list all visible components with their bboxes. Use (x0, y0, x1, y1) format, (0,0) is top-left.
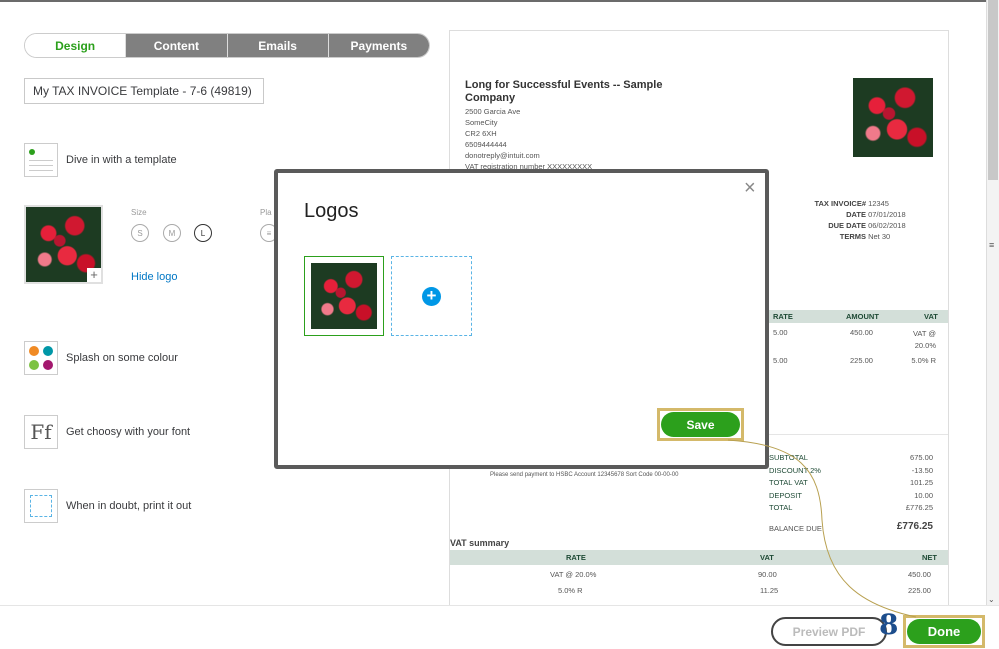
size-m-button[interactable]: M (163, 224, 181, 242)
company-address: 2500 Garcia Ave SomeCity CR2 6XH 6509444444… (465, 107, 593, 171)
vat-summary-title: VAT summary (450, 538, 510, 548)
company-name: Long for Successful Events -- Sample Com… (465, 79, 663, 104)
template-name-input[interactable]: My TAX INVOICE Template - 7-6 (49819) (24, 78, 264, 104)
editor-tabs: Design Content Emails Payments (24, 33, 430, 58)
vat-summary-header: RATE VAT NET (450, 550, 948, 565)
tab-design[interactable]: Design (25, 34, 126, 57)
footer-bar: Preview PDF Done (0, 605, 999, 649)
design-item-font[interactable]: Ff Get choosy with your font (24, 415, 190, 449)
save-button[interactable]: Save (661, 412, 740, 437)
scrollbar[interactable]: ≡ ⌄ (986, 0, 999, 606)
preview-pdf-button[interactable]: Preview PDF (771, 617, 887, 646)
placement-label: Pla (260, 208, 272, 217)
palette-icon (24, 341, 58, 375)
colour-label: Splash on some colour (66, 352, 178, 364)
rate-header: RATE (773, 312, 793, 321)
design-item-template[interactable]: Dive in with a template (24, 143, 177, 177)
scroll-down-icon[interactable]: ⌄ (988, 595, 995, 604)
design-item-colour[interactable]: Splash on some colour (24, 341, 178, 375)
close-icon[interactable]: × (744, 177, 756, 200)
add-logo-button[interactable]: + (391, 256, 472, 336)
font-label: Get choosy with your font (66, 426, 191, 438)
template-label: Dive in with a template (66, 154, 177, 166)
logo-option[interactable] (304, 256, 384, 336)
tab-content[interactable]: Content (125, 34, 227, 57)
font-icon: Ff (24, 415, 58, 449)
plus-circle-icon: + (422, 286, 441, 306)
balance-due-value: £776.25 (896, 521, 933, 532)
scroll-grip-icon: ≡ (989, 240, 995, 250)
step-badge: 8 (879, 608, 899, 641)
design-item-print[interactable]: When in doubt, print it out (24, 489, 191, 523)
logo-thumbnail[interactable]: + (24, 205, 103, 284)
top-border (0, 0, 999, 2)
invoice-logo (853, 78, 933, 157)
invoice-meta: TAX INVOICE# 12345 DATE 07/01/2018 DUE D… (814, 199, 906, 241)
line-rate: 5.00 (773, 328, 788, 337)
line-rate: 5.00 (773, 356, 788, 365)
tab-payments[interactable]: Payments (327, 34, 429, 57)
totals: SUBTOTAL DISCOUNT 2% TOTAL VAT DEPOSIT TOTAL (769, 453, 821, 513)
plus-icon[interactable]: + (87, 268, 101, 282)
dialog-title: Logos (304, 200, 359, 222)
size-label: Size (131, 208, 147, 217)
template-icon (24, 143, 58, 177)
payment-note: Please send payment to HSBC Account 1234… (490, 472, 679, 478)
size-s-button[interactable]: S (131, 224, 149, 242)
logos-dialog: Logos × + Save (274, 169, 769, 469)
done-button[interactable]: Done (907, 619, 981, 644)
print-label: When in doubt, print it out (66, 500, 192, 512)
size-l-button[interactable]: L (194, 224, 212, 242)
logo-image (311, 263, 377, 329)
hide-logo-link[interactable]: Hide logo (131, 271, 177, 283)
print-icon (24, 489, 58, 523)
scrollbar-thumb[interactable] (988, 0, 998, 180)
balance-due-label: BALANCE DUE (769, 524, 822, 533)
tab-emails[interactable]: Emails (226, 34, 328, 57)
